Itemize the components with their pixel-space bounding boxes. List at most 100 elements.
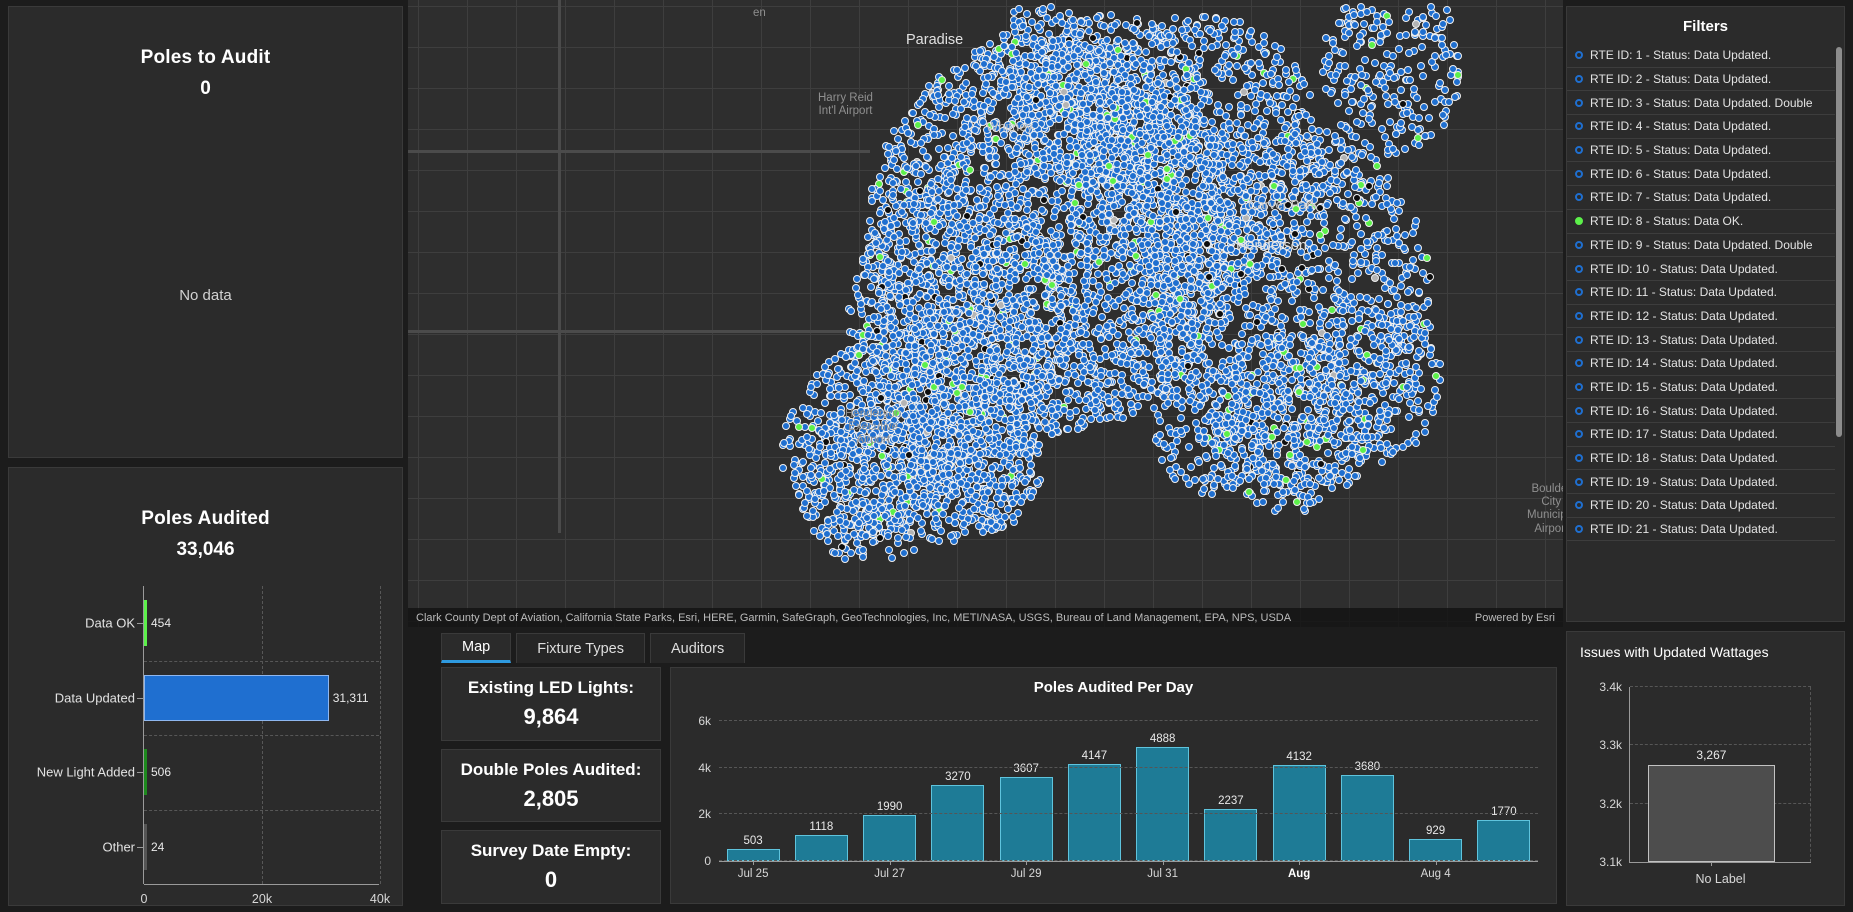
map-pole-point[interactable] [1252,181,1261,190]
map-pole-point[interactable] [1142,202,1151,211]
map-pole-point[interactable] [950,200,959,209]
map-pole-point[interactable] [1010,215,1019,224]
map-pole-point[interactable] [1047,281,1056,290]
map-pole-point[interactable] [922,292,931,301]
map-pole-point[interactable] [858,254,867,263]
map-pole-point[interactable] [1217,129,1226,137]
map-pole-point[interactable] [869,312,878,321]
map-pole-point[interactable] [948,109,957,118]
map-pole-point[interactable] [1075,233,1083,241]
map-pole-point[interactable] [1177,261,1186,270]
map-pole-point[interactable] [1074,379,1082,387]
map-pole-point[interactable] [1170,177,1179,186]
map-pole-point[interactable] [1403,302,1412,311]
map-pole-point[interactable] [1170,14,1179,23]
map-pole-point[interactable] [1051,206,1060,215]
map-pole-point[interactable] [1110,226,1119,235]
map-pole-point[interactable] [1412,304,1421,313]
map-pole-point[interactable] [954,242,963,251]
map-pole-point[interactable] [1083,255,1091,264]
map-pole-point[interactable] [913,177,922,186]
map-pole-point[interactable] [1046,339,1055,348]
map-pole-point[interactable] [1201,225,1210,234]
map-pole-point[interactable] [1147,377,1156,386]
map-pole-point[interactable] [875,173,884,182]
map-pole-point[interactable] [1059,405,1068,414]
map-pole-point[interactable] [1323,200,1332,209]
map-pole-point[interactable] [952,211,961,220]
map-pole-point[interactable] [1226,275,1235,284]
map-pole-point[interactable] [853,275,862,284]
map-pole-point[interactable] [996,171,1005,180]
map-pole-point[interactable] [1274,80,1283,89]
map-pole-point[interactable] [915,264,924,273]
map-pole-point[interactable] [962,270,971,279]
map-pole-point[interactable] [946,226,955,235]
map-pole-point[interactable] [1037,348,1046,357]
map-pole-point[interactable] [978,289,987,298]
map-pole-point[interactable] [1161,224,1170,233]
map-pole-point[interactable] [1315,127,1324,136]
map-pole-point[interactable] [1088,276,1097,285]
map-pole-point[interactable] [934,144,943,153]
map-pole-point[interactable] [1088,309,1097,318]
map-pole-point[interactable] [1056,176,1065,185]
map-pole-point[interactable] [1156,348,1165,356]
map-pole-point[interactable] [1004,171,1013,180]
map-pole-point[interactable] [1126,348,1135,357]
map-pole-point[interactable] [1212,328,1221,336]
map-pole-point[interactable] [1078,340,1087,348]
map-pole-point[interactable] [1054,376,1063,385]
map-pole-point[interactable] [978,117,987,126]
map-pole-point[interactable] [1295,112,1303,121]
map-pole-point[interactable] [1215,107,1224,116]
map-pole-point[interactable] [971,125,979,134]
map-pole-point[interactable] [1149,211,1157,220]
map-pole-point[interactable] [1010,276,1019,284]
map-pole-point[interactable] [1005,145,1014,154]
map-pole-point[interactable] [867,197,876,206]
map-pole-point[interactable] [895,238,904,247]
map-pole-point[interactable] [1022,274,1030,283]
map-pole-point[interactable] [1113,400,1122,409]
map-pole-point[interactable] [922,152,931,161]
map-pole-point[interactable] [895,269,904,278]
map-pole-point[interactable] [1221,52,1230,60]
map-pole-point[interactable] [1303,131,1311,140]
map-pole-point[interactable] [1331,294,1340,303]
map-pole-point[interactable] [1043,332,1052,341]
map-pole-point[interactable] [1139,192,1148,201]
map-pole-point[interactable] [928,246,937,255]
map-pole-point[interactable] [1005,190,1014,199]
map-pole-point[interactable] [942,262,951,271]
map-pole-point[interactable] [915,98,924,107]
map-pole-point[interactable] [1236,110,1245,119]
map-pole-point[interactable] [948,131,957,140]
map-pole-point[interactable] [1185,160,1194,169]
map-pole-point[interactable] [1118,413,1127,422]
map-pole-point[interactable] [996,139,1005,148]
map-pole-point[interactable] [884,205,893,214]
map-pole-point[interactable] [975,202,984,211]
map-pole-point[interactable] [1092,297,1101,306]
map-pole-point[interactable] [852,283,860,292]
map-pole-point[interactable] [1132,251,1140,260]
map-pole-point[interactable] [1357,150,1366,159]
map-pole-point[interactable] [906,138,915,147]
map-pole-point[interactable] [1141,48,1150,57]
map-pole-point[interactable] [1306,90,1315,99]
map-pole-point[interactable] [1064,276,1073,285]
map-pole-point[interactable] [927,187,936,196]
map-pole-point[interactable] [1224,103,1233,111]
map-pole-point[interactable] [1070,370,1079,379]
map-pole-point[interactable] [1022,168,1031,177]
map-pole-point[interactable] [867,248,876,257]
map-pole-point[interactable] [956,221,965,230]
map-pole-point[interactable] [1167,317,1176,326]
map-pole-point[interactable] [1373,162,1382,170]
map-pole-point[interactable] [1010,362,1019,371]
map-view[interactable]: en Paradise Harry Reid Int'l Airport Whitne… [408,0,1563,627]
map-pole-point[interactable] [860,270,869,279]
map-pole-point[interactable] [1263,106,1272,115]
map-pole-point[interactable] [1320,243,1329,252]
